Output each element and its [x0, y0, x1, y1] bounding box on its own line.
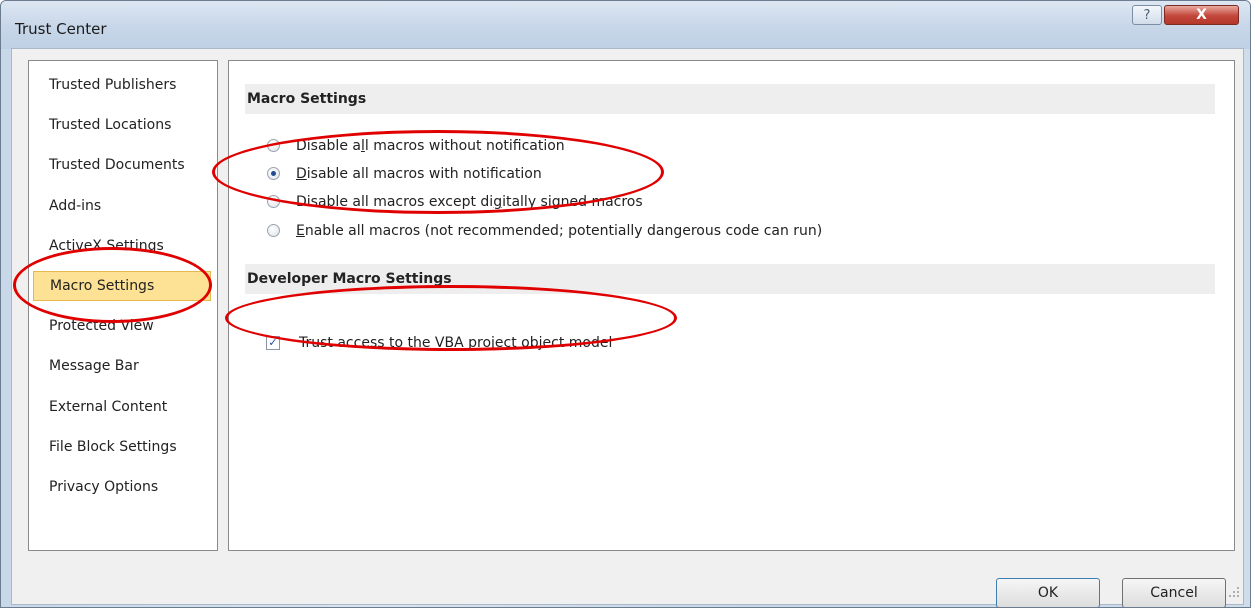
- nav-item-protected-view[interactable]: Protected View: [33, 311, 211, 341]
- nav-item-trusted-documents[interactable]: Trusted Documents: [33, 150, 211, 180]
- option-label: Disable all macros without notification: [296, 138, 565, 154]
- option-disable-with-notification[interactable]: Disable all macros with notification: [267, 163, 542, 185]
- nav-item-activex-settings[interactable]: ActiveX Settings: [33, 231, 211, 261]
- dialog-body: Trusted Publishers Trusted Locations Tru…: [11, 48, 1244, 607]
- radio-disable-without-notification[interactable]: [267, 139, 280, 152]
- nav-item-message-bar[interactable]: Message Bar: [33, 351, 211, 381]
- nav-item-trusted-locations[interactable]: Trusted Locations: [33, 110, 211, 140]
- option-label: Disable all macros except digitally sign…: [296, 194, 643, 210]
- cancel-button[interactable]: Cancel: [1122, 578, 1226, 607]
- developer-settings-heading: Developer Macro Settings: [245, 264, 1215, 294]
- option-enable-all-macros[interactable]: Enable all macros (not recommended; pote…: [267, 220, 823, 242]
- option-label: Enable all macros (not recommended; pote…: [296, 223, 823, 239]
- window-title: Trust Center: [15, 20, 107, 38]
- nav-item-file-block-settings[interactable]: File Block Settings: [33, 432, 211, 462]
- help-button[interactable]: ?: [1132, 5, 1162, 25]
- nav-item-macro-settings[interactable]: Macro Settings: [33, 271, 211, 301]
- resize-grip-icon[interactable]: [1228, 586, 1240, 598]
- nav-item-external-content[interactable]: External Content: [33, 392, 211, 422]
- nav-item-privacy-options[interactable]: Privacy Options: [33, 472, 211, 502]
- trust-vba-label[interactable]: Trust access to the VBA project object m…: [299, 332, 612, 354]
- trust-vba-checkbox[interactable]: ✓: [266, 336, 280, 350]
- ok-button[interactable]: OK: [996, 578, 1100, 607]
- option-label: Disable all macros with notification: [296, 166, 542, 182]
- macro-settings-heading: Macro Settings: [245, 84, 1215, 114]
- radio-disable-except-signed[interactable]: [267, 195, 280, 208]
- option-disable-except-signed[interactable]: Disable all macros except digitally sign…: [267, 191, 643, 213]
- close-button[interactable]: X: [1164, 5, 1239, 25]
- title-bar: Trust Center ? X: [1, 1, 1250, 49]
- option-disable-without-notification[interactable]: Disable all macros without notification: [267, 135, 565, 157]
- nav-item-trusted-publishers[interactable]: Trusted Publishers: [33, 70, 211, 100]
- radio-disable-with-notification[interactable]: [267, 167, 280, 180]
- radio-enable-all-macros[interactable]: [267, 224, 280, 237]
- trust-center-dialog: Trust Center ? X Trusted Publishers Trus…: [0, 0, 1251, 608]
- nav-item-add-ins[interactable]: Add-ins: [33, 191, 211, 221]
- category-list: Trusted Publishers Trusted Locations Tru…: [28, 60, 218, 551]
- settings-panel: Macro Settings Disable all macros withou…: [228, 60, 1235, 551]
